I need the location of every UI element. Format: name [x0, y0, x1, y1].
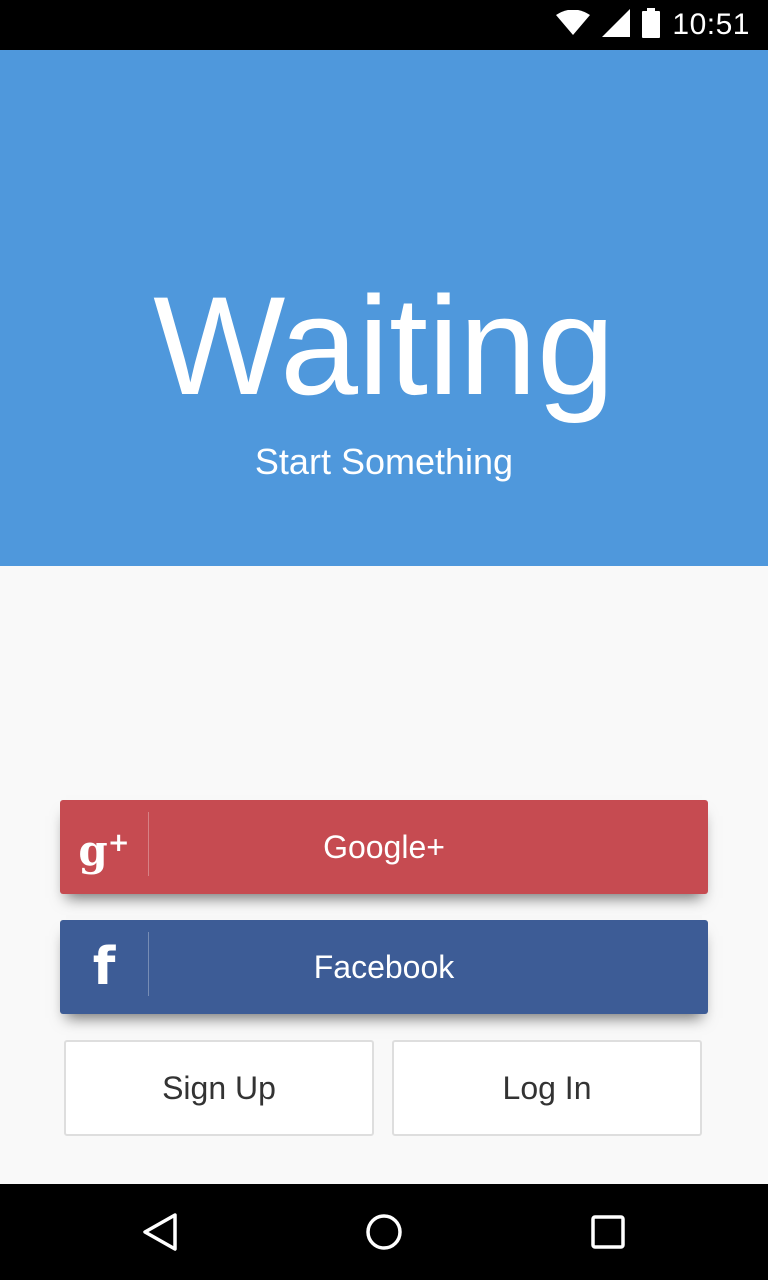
facebook-label: Facebook — [313, 949, 455, 985]
battery-icon — [642, 7, 661, 43]
status-bar: 10:51 — [0, 0, 768, 50]
app-tagline: Start Something — [254, 441, 514, 482]
navigation-bar — [0, 1184, 768, 1280]
cell-signal-icon — [602, 8, 631, 42]
log-in-button[interactable]: Log In — [392, 1040, 702, 1136]
wifi-icon — [556, 9, 591, 41]
status-icons: 10:51 — [556, 0, 750, 50]
facebook-login-button[interactable]: f Facebook — [60, 920, 708, 1014]
sign-up-button[interactable]: Sign Up — [64, 1040, 374, 1136]
google-plus-label: Google+ — [323, 829, 445, 865]
hero-banner: Waiting Start Something — [0, 50, 768, 566]
recents-icon[interactable] — [580, 1204, 636, 1260]
status-time: 10:51 — [672, 8, 750, 41]
back-icon[interactable] — [132, 1204, 188, 1260]
app-title: Waiting — [153, 267, 615, 424]
home-icon[interactable] — [356, 1204, 412, 1260]
google-plus-login-button[interactable]: g+ Google+ — [60, 800, 708, 894]
